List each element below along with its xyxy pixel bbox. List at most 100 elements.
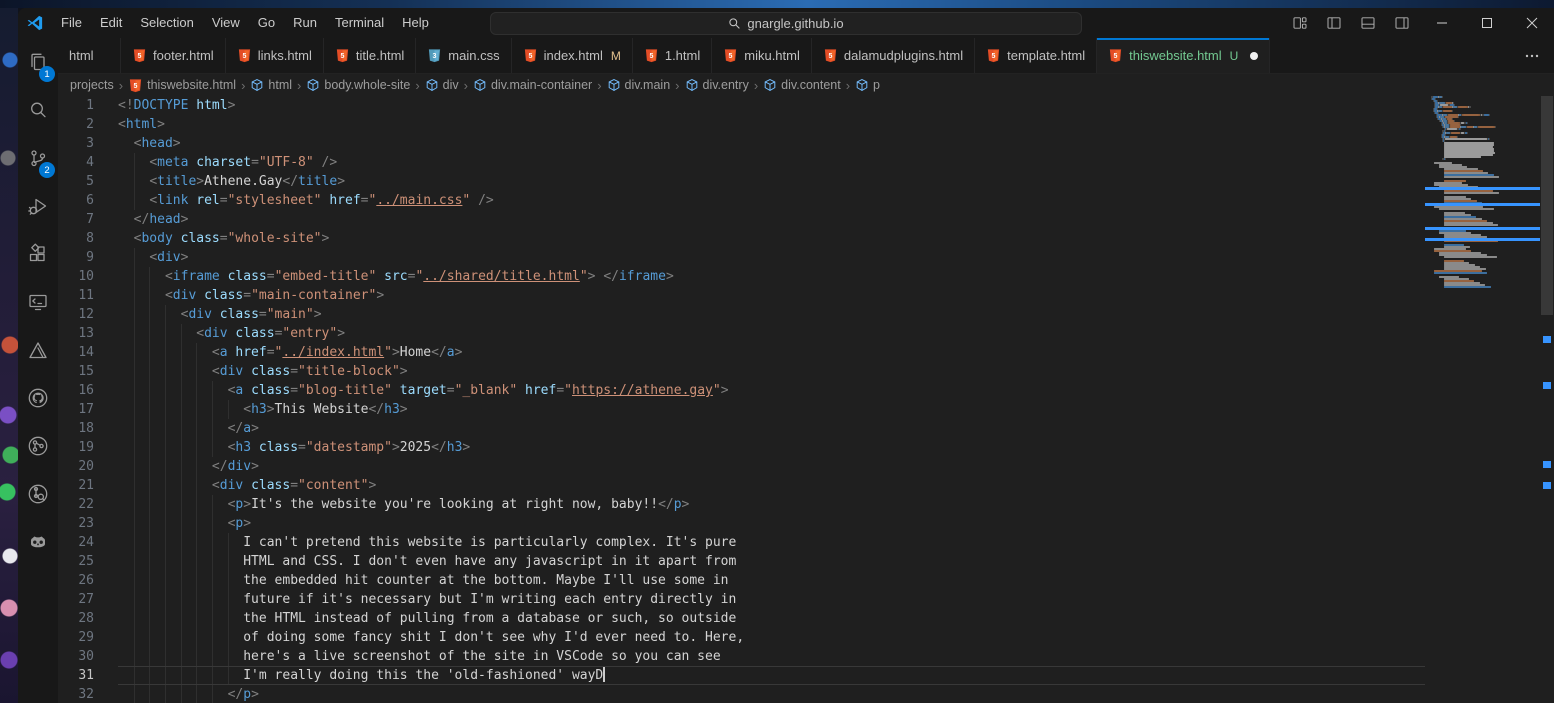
tab-footer.html[interactable]: 5footer.html (121, 38, 226, 73)
scrollbar-slider[interactable] (1541, 96, 1553, 315)
code-line-4[interactable]: <meta charset="UTF-8" /> (118, 153, 1425, 172)
breadcrumb-item-div.main[interactable]: div.main (607, 78, 671, 92)
code-line-20[interactable]: </div> (118, 457, 1425, 476)
code-line-11[interactable]: <div class="main-container"> (118, 286, 1425, 305)
maximize-button[interactable] (1464, 8, 1509, 38)
more-actions-icon[interactable] (1518, 42, 1546, 70)
breadcrumb-item-html[interactable]: html (250, 78, 292, 92)
breadcrumb[interactable]: projects›5thiswebsite.html›html›body.who… (58, 74, 1554, 96)
titlebar: FileEditSelectionViewGoRunTerminalHelp ←… (18, 8, 1554, 38)
tab-title.html[interactable]: 5title.html (324, 38, 416, 73)
code-line-22[interactable]: <p>It's the website you're looking at ri… (118, 495, 1425, 514)
activity-item-run-debug[interactable] (18, 182, 58, 230)
customize-layout-icon[interactable] (1283, 8, 1317, 38)
breadcrumb-item-projects[interactable]: projects (70, 78, 114, 92)
close-button[interactable] (1509, 8, 1554, 38)
code-line-31[interactable]: I'm really doing this the 'old-fashioned… (118, 666, 1425, 685)
tab-html[interactable]: html (58, 38, 121, 73)
menu-run[interactable]: Run (284, 8, 326, 38)
code-line-23[interactable]: <p> (118, 514, 1425, 533)
activity-item-github[interactable] (18, 374, 58, 422)
code-line-10[interactable]: <iframe class="embed-title" src="../shar… (118, 267, 1425, 286)
code-line-26[interactable]: the embedded hit counter at the bottom. … (118, 571, 1425, 590)
indent-guide (196, 476, 197, 495)
toggle-panel-icon[interactable] (1351, 8, 1385, 38)
menu-terminal[interactable]: Terminal (326, 8, 393, 38)
code-line-21[interactable]: <div class="content"> (118, 476, 1425, 495)
code-line-18[interactable]: </a> (118, 419, 1425, 438)
minimap[interactable] (1425, 96, 1540, 703)
tab-links.html[interactable]: 5links.html (226, 38, 324, 73)
menu-go[interactable]: Go (249, 8, 284, 38)
code-line-28[interactable]: the HTML instead of pulling from a datab… (118, 609, 1425, 628)
activity-item-godot-tools[interactable] (18, 518, 58, 566)
code-editor[interactable]: 1234567891011121314151617181920212223242… (58, 96, 1554, 703)
indent-guide (196, 495, 197, 514)
unsaved-dot-icon[interactable] (1250, 52, 1258, 60)
toggle-secondary-sidebar-icon[interactable] (1385, 8, 1419, 38)
activity-item-search[interactable] (18, 86, 58, 134)
indent-guide (196, 381, 197, 400)
vertical-scrollbar[interactable] (1540, 96, 1554, 703)
code-line-8[interactable]: <body class="whole-site"> (118, 229, 1425, 248)
code-line-13[interactable]: <div class="entry"> (118, 324, 1425, 343)
toggle-primary-sidebar-icon[interactable] (1317, 8, 1351, 38)
tab-1.html[interactable]: 51.html (633, 38, 712, 73)
breadcrumb-item-body.whole-site[interactable]: body.whole-site (306, 78, 410, 92)
activity-item-git-graph[interactable] (18, 422, 58, 470)
code-line-6[interactable]: <link rel="stylesheet" href="../main.css… (118, 191, 1425, 210)
activity-item-extensions[interactable] (18, 230, 58, 278)
code-line-27[interactable]: future if it's necessary but I'm writing… (118, 590, 1425, 609)
open-changes-icon[interactable] (1454, 42, 1482, 70)
code-line-30[interactable]: here's a live screenshot of the site in … (118, 647, 1425, 666)
code-line-3[interactable]: <head> (118, 134, 1425, 153)
split-editor-icon[interactable] (1486, 42, 1514, 70)
breadcrumb-item-p[interactable]: p (855, 78, 880, 92)
code-line-17[interactable]: <h3>This Website</h3> (118, 400, 1425, 419)
code-content[interactable]: <!DOCTYPE html><html> <head> <meta chars… (118, 96, 1425, 703)
tab-dalamudplugins.html[interactable]: 5dalamudplugins.html (812, 38, 975, 73)
html-file-icon: 5 (523, 48, 538, 63)
code-line-7[interactable]: </head> (118, 210, 1425, 229)
code-line-1[interactable]: <!DOCTYPE html> (118, 96, 1425, 115)
menu-selection[interactable]: Selection (131, 8, 202, 38)
tab-thiswebsite.html[interactable]: 5thiswebsite.htmlU (1097, 38, 1270, 73)
tab-miku.html[interactable]: 5miku.html (712, 38, 812, 73)
breadcrumb-item-div[interactable]: div (425, 78, 459, 92)
code-line-25[interactable]: HTML and CSS. I don't even have any java… (118, 552, 1425, 571)
code-line-9[interactable]: <div> (118, 248, 1425, 267)
tab-template.html[interactable]: 5template.html (975, 38, 1097, 73)
menu-view[interactable]: View (203, 8, 249, 38)
code-line-19[interactable]: <h3 class="datestamp">2025</h3> (118, 438, 1425, 457)
code-line-text: </head> (118, 212, 188, 227)
code-line-text: <head> (118, 136, 181, 151)
activity-item-remote-explorer[interactable] (18, 278, 58, 326)
minimize-button[interactable] (1419, 8, 1464, 38)
activity-item-explorer[interactable]: 1 (18, 38, 58, 86)
menu-edit[interactable]: Edit (91, 8, 131, 38)
menu-help[interactable]: Help (393, 8, 438, 38)
command-center-search[interactable]: gnargle.github.io (490, 12, 1082, 35)
tab-label: html (69, 48, 94, 63)
tab-index.html[interactable]: 5index.htmlM (512, 38, 633, 73)
code-line-12[interactable]: <div class="main"> (118, 305, 1425, 324)
breadcrumb-item-div.entry[interactable]: div.entry (685, 78, 749, 92)
code-line-29[interactable]: of doing some fancy shit I don't see why… (118, 628, 1425, 647)
breadcrumb-item-div.main-container[interactable]: div.main-container (473, 78, 592, 92)
code-line-16[interactable]: <a class="blog-title" target="_blank" hr… (118, 381, 1425, 400)
activity-item-source-control[interactable]: 2 (18, 134, 58, 182)
breadcrumb-item-div.content[interactable]: div.content (763, 78, 841, 92)
code-line-24[interactable]: I can't pretend this website is particul… (118, 533, 1425, 552)
activity-item-triangle-extension[interactable] (18, 326, 58, 374)
code-line-14[interactable]: <a href="../index.html">Home</a> (118, 343, 1425, 362)
tab-main.css[interactable]: 3main.css (416, 38, 511, 73)
menu-file[interactable]: File (52, 8, 91, 38)
breadcrumb-item-thiswebsite.html[interactable]: 5thiswebsite.html (128, 78, 236, 93)
code-line-2[interactable]: <html> (118, 115, 1425, 134)
overview-ruler-mark (1543, 336, 1551, 343)
code-line-5[interactable]: <title>Athene.Gay</title> (118, 172, 1425, 191)
indent-guide (212, 514, 213, 533)
code-line-15[interactable]: <div class="title-block"> (118, 362, 1425, 381)
activity-item-gitlens[interactable] (18, 470, 58, 518)
code-line-32[interactable]: </p> (118, 685, 1425, 703)
